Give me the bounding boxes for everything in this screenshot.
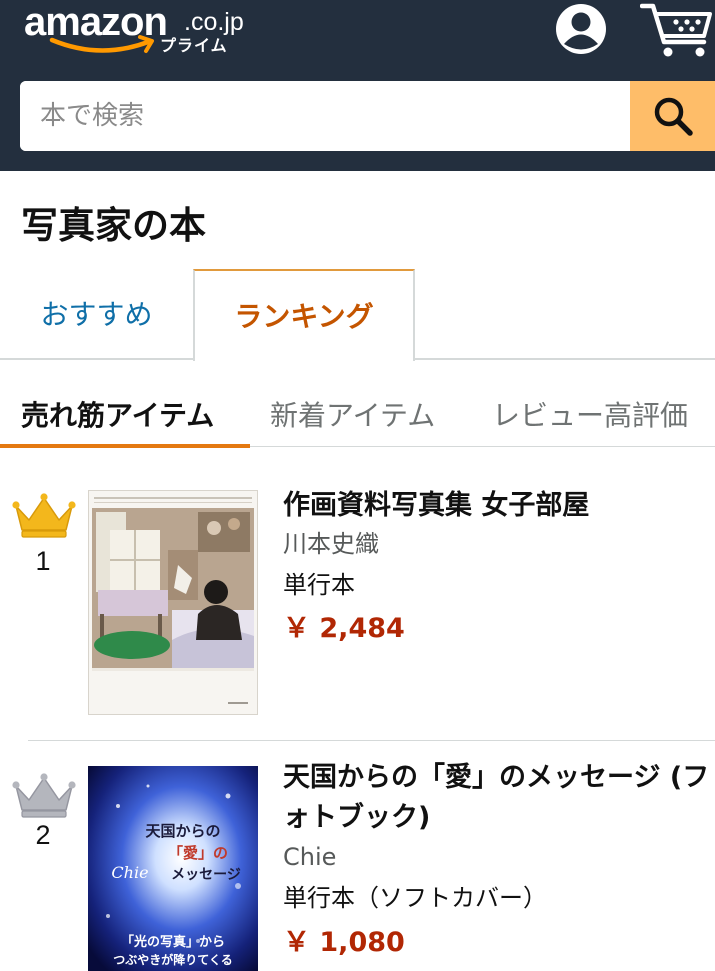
book-cover-image[interactable] bbox=[88, 490, 258, 715]
cover-author: Chie bbox=[111, 863, 148, 882]
silver-crown-icon bbox=[12, 773, 76, 818]
search-button[interactable] bbox=[630, 81, 715, 151]
tab-ranking[interactable]: ランキング bbox=[193, 269, 415, 361]
product-author[interactable]: Chie bbox=[283, 839, 336, 875]
ranking-item[interactable]: 2 天国からの 「愛」の メッセージ Chie 「光の写真」から つぶやきが降り… bbox=[0, 742, 715, 971]
subtab-new-items[interactable]: 新着アイテム bbox=[270, 396, 435, 436]
cover-subtitle-2: つぶやきが降りてくる bbox=[113, 952, 232, 967]
cover-subtitle: 「光の写真」から bbox=[121, 934, 225, 950]
tab-recommend[interactable]: おすすめ bbox=[0, 269, 193, 360]
category-tabs: おすすめ ランキング bbox=[0, 269, 715, 361]
top-header: amazon .co.jp プライム bbox=[0, 0, 715, 171]
subtab-top-reviewed[interactable]: レビュー高評価 bbox=[492, 396, 688, 436]
product-price: ￥ 1,080 bbox=[283, 927, 405, 958]
logo-domain: .co.jp bbox=[184, 8, 244, 36]
gold-crown-icon bbox=[12, 493, 76, 538]
book-cover-image[interactable]: 天国からの 「愛」の メッセージ Chie 「光の写真」から つぶやきが降りてく… bbox=[88, 766, 258, 971]
person-icon[interactable] bbox=[555, 3, 607, 55]
search-input[interactable] bbox=[20, 81, 630, 151]
subtab-bestseller[interactable]: 売れ筋アイテム bbox=[21, 396, 214, 436]
product-title[interactable]: 天国からの「愛」のメッセージ (フォトブック) bbox=[283, 758, 715, 838]
rank-number: 1 bbox=[35, 546, 51, 576]
amazon-logo[interactable]: amazon .co.jp プライム bbox=[24, 2, 254, 62]
ranking-item[interactable]: 1 作画資料写真集 女子部屋 川本史織 単行本 ￥ 2,484 bbox=[0, 470, 715, 740]
active-subtab-indicator bbox=[0, 444, 250, 448]
cart-icon[interactable] bbox=[640, 2, 714, 58]
cover-title-line-3: メッセージ bbox=[171, 867, 241, 883]
item-divider bbox=[28, 740, 715, 741]
product-author[interactable]: 川本史織 bbox=[283, 526, 379, 562]
product-title[interactable]: 作画資料写真集 女子部屋 bbox=[283, 486, 715, 526]
ranking-subtabs: 売れ筋アイテム 新着アイテム レビュー高評価 bbox=[0, 382, 715, 450]
logo-prime-label: プライム bbox=[160, 36, 228, 55]
search-icon bbox=[654, 97, 693, 136]
cover-title-line-1: 天国からの bbox=[145, 822, 220, 840]
product-format: 単行本 bbox=[283, 571, 355, 599]
product-price: ￥ 2,484 bbox=[283, 613, 405, 644]
cover-title-line-2: 「愛」の bbox=[168, 844, 228, 862]
page-title: 写真家の本 bbox=[21, 204, 206, 247]
product-format: 単行本（ソフトカバー） bbox=[283, 884, 547, 912]
search-bar bbox=[20, 81, 715, 151]
rank-number: 2 bbox=[35, 820, 51, 850]
smile-arrow-icon bbox=[49, 35, 154, 53]
